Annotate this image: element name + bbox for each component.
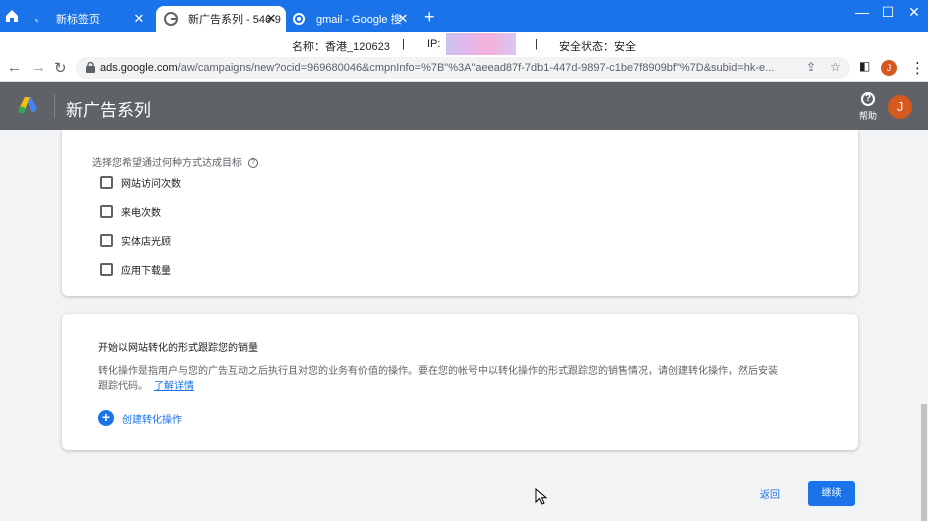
google-ads-logo-icon[interactable] <box>18 96 38 114</box>
goal-option-phone-calls[interactable]: 来电次数 <box>100 203 161 219</box>
back-button[interactable]: 返回 <box>760 486 780 501</box>
home-icon[interactable] <box>4 8 20 24</box>
help-icon: ? <box>861 92 875 106</box>
learn-more-link[interactable]: 了解详情 <box>154 381 194 392</box>
create-conversion-button[interactable]: + 创建转化操作 <box>98 410 182 426</box>
account-avatar[interactable]: J <box>888 95 912 119</box>
separator: | <box>535 38 538 50</box>
tab-gmail-search[interactable]: gmail - Google 搜 ✕ <box>284 6 418 32</box>
conversion-tracking-card: 开始以网站转化的形式跟踪您的销量 转化操作是指用户与您的广告互动之后执行且对您的… <box>62 314 858 450</box>
tab-new-campaign[interactable]: 新广告系列 - 546-9 ✕ <box>156 6 286 32</box>
checkbox[interactable] <box>100 175 113 189</box>
browser-toolbar: ← → ↻ ads.google.com/aw/campaigns/new?oc… <box>0 56 928 82</box>
ads-header: 新广告系列 ? 帮助 J <box>0 82 928 130</box>
goal-question-label: 选择您希望通过何种方式达成目标? <box>92 154 258 169</box>
maximize-button[interactable]: ☐ <box>878 4 898 21</box>
back-arrow-icon[interactable]: ← <box>7 59 22 76</box>
new-tab-icon <box>34 18 39 23</box>
tracking-description: 转化操作是指用户与您的广告互动之后执行且对您的业务有价值的操作。要在您的帐号中以… <box>98 366 778 392</box>
share-icon[interactable]: ⇪ <box>806 60 816 74</box>
checkbox-label: 来电次数 <box>121 207 161 219</box>
help-label: 帮助 <box>858 111 877 121</box>
checkbox[interactable] <box>100 204 113 218</box>
tab-new-tab[interactable]: 新标签页 ✕ <box>24 6 154 32</box>
separator: | <box>402 38 405 50</box>
url-text: ads.google.com/aw/campaigns/new?ocid=969… <box>100 62 775 74</box>
profile-info-bar: 名称：香港_120623 | IP: | 安全状态：安全 <box>0 32 928 56</box>
profile-name: 名称：香港_120623 <box>292 41 390 53</box>
new-tab-button[interactable]: + <box>424 8 435 26</box>
minimize-button[interactable]: — <box>852 4 872 20</box>
close-window-button[interactable]: ✕ <box>904 4 924 21</box>
header-divider <box>54 94 55 118</box>
google-icon <box>293 13 305 25</box>
goal-option-app-downloads[interactable]: 应用下载量 <box>100 261 171 277</box>
bookmark-star-icon[interactable]: ☆ <box>830 60 841 74</box>
ip-value-redacted <box>446 33 516 55</box>
goal-selection-card: 选择您希望通过何种方式达成目标? 网站访问次数 来电次数 实体店光顾 应用下载量 <box>62 130 858 296</box>
close-icon[interactable]: ✕ <box>132 12 146 25</box>
browser-tab-strip: 新标签页 ✕ 新广告系列 - 546-9 ✕ gmail - Google 搜 … <box>0 0 928 32</box>
goal-option-store-visits[interactable]: 实体店光顾 <box>100 232 171 248</box>
address-bar[interactable]: ads.google.com/aw/campaigns/new?ocid=969… <box>76 57 850 79</box>
create-conversion-label: 创建转化操作 <box>122 414 182 426</box>
add-circle-icon: + <box>98 410 114 426</box>
goal-option-website-visits[interactable]: 网站访问次数 <box>100 174 181 190</box>
continue-button[interactable]: 继续 <box>808 481 855 506</box>
help-icon[interactable]: ? <box>248 158 258 169</box>
tab-title: gmail - Google 搜 <box>316 14 402 26</box>
side-panel-icon[interactable]: ◧ <box>859 59 870 73</box>
scrollbar-thumb[interactable] <box>921 404 927 521</box>
mouse-cursor-icon <box>535 488 548 505</box>
page-title: 新广告系列 <box>66 101 151 120</box>
ip-label: IP: <box>427 38 441 50</box>
help-button[interactable]: ? 帮助 <box>856 92 880 122</box>
lock-icon <box>86 62 95 73</box>
close-icon[interactable]: ✕ <box>396 12 410 25</box>
google-icon <box>164 12 178 26</box>
checkbox-label: 网站访问次数 <box>121 178 181 190</box>
checkbox[interactable] <box>100 262 113 276</box>
forward-arrow-icon[interactable]: → <box>31 59 46 76</box>
tab-title: 新标签页 <box>56 14 100 26</box>
checkbox-label: 应用下载量 <box>121 265 171 277</box>
checkbox[interactable] <box>100 233 113 247</box>
checkbox-label: 实体店光顾 <box>121 236 171 248</box>
profile-avatar[interactable]: J <box>881 60 897 76</box>
close-icon[interactable]: ✕ <box>264 12 278 25</box>
more-menu-icon[interactable]: ⋮ <box>910 59 925 77</box>
reload-icon[interactable]: ↻ <box>54 59 67 77</box>
security-status: 安全状态：安全 <box>559 41 636 53</box>
tracking-title: 开始以网站转化的形式跟踪您的销量 <box>98 343 258 354</box>
